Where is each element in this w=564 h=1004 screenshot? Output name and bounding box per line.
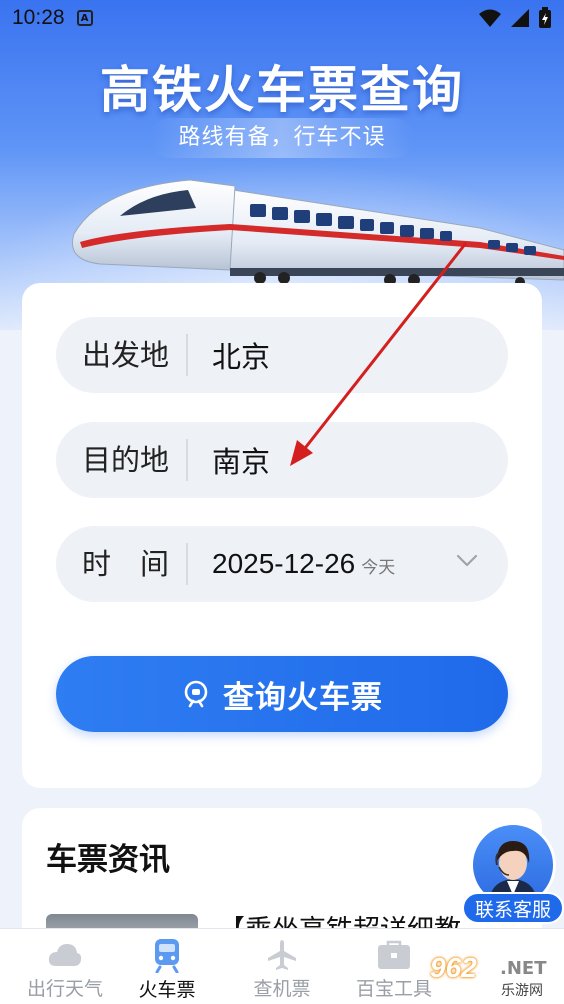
battery-icon [539, 7, 551, 28]
search-tickets-button[interactable]: 查询火车票 [56, 656, 508, 732]
nav-label-toolbox: 百宝工具 [355, 978, 432, 1000]
date-label: 时 间 [56, 543, 188, 585]
departure-field[interactable]: 出发地 北京 [56, 317, 508, 393]
watermark-net: .NET [500, 958, 547, 979]
ticket-search-card: 出发地 北京 目的地 南京 时 间 2025-12-26 今天 查询火车票 [22, 283, 542, 788]
nav-label-train-tickets: 火车票 [138, 979, 196, 1001]
customer-service-button[interactable]: 联系客服 [462, 822, 564, 926]
hero-title: 高铁火车票查询 [100, 61, 464, 119]
destination-value[interactable]: 南京 [188, 439, 270, 481]
nav-item-flights[interactable]: 查机票 [232, 937, 332, 1001]
train-icon [155, 939, 179, 973]
chevron-down-icon[interactable] [456, 554, 478, 568]
wifi-icon [479, 9, 501, 27]
status-bar: 10:28 A [0, 0, 564, 36]
a-badge-icon: A [76, 10, 93, 26]
departure-value[interactable]: 北京 [188, 334, 270, 376]
nav-label-flights: 查机票 [253, 978, 311, 1000]
hero-banner: 10:28 A 高铁火车票查询 路线有备，行车不误 [0, 0, 564, 330]
destination-field[interactable]: 目的地 南京 [56, 422, 508, 498]
customer-service-label: 联系客服 [462, 892, 564, 924]
watermark-chinese: 乐游网 [498, 980, 546, 1000]
date-field[interactable]: 时 间 2025-12-26 今天 [56, 526, 508, 602]
status-time: 10:28 [12, 6, 65, 29]
cloud-icon [48, 943, 82, 966]
search-tickets-label: 查询火车票 [223, 679, 383, 716]
news-section-title: 车票资讯 [46, 842, 170, 878]
high-speed-train-illustration [72, 179, 564, 287]
nav-label-weather: 出行天气 [26, 978, 103, 1000]
signal-icon [511, 9, 529, 27]
nav-item-weather[interactable]: 出行天气 [15, 937, 115, 1001]
date-value[interactable]: 2025-12-26 [212, 548, 355, 580]
airplane-icon [268, 939, 296, 970]
hero-subtitle: 路线有备，行车不误 [150, 118, 414, 158]
watermark-logo: 962 .NET 乐游网 [424, 950, 564, 1004]
toolbox-icon [378, 940, 410, 969]
train-front-icon [184, 680, 208, 708]
departure-label: 出发地 [56, 334, 188, 376]
watermark-number: 962 [430, 952, 477, 983]
nav-item-train-tickets[interactable]: 火车票 [117, 937, 217, 1001]
destination-label: 目的地 [56, 439, 188, 481]
date-today-hint: 今天 [361, 558, 396, 578]
